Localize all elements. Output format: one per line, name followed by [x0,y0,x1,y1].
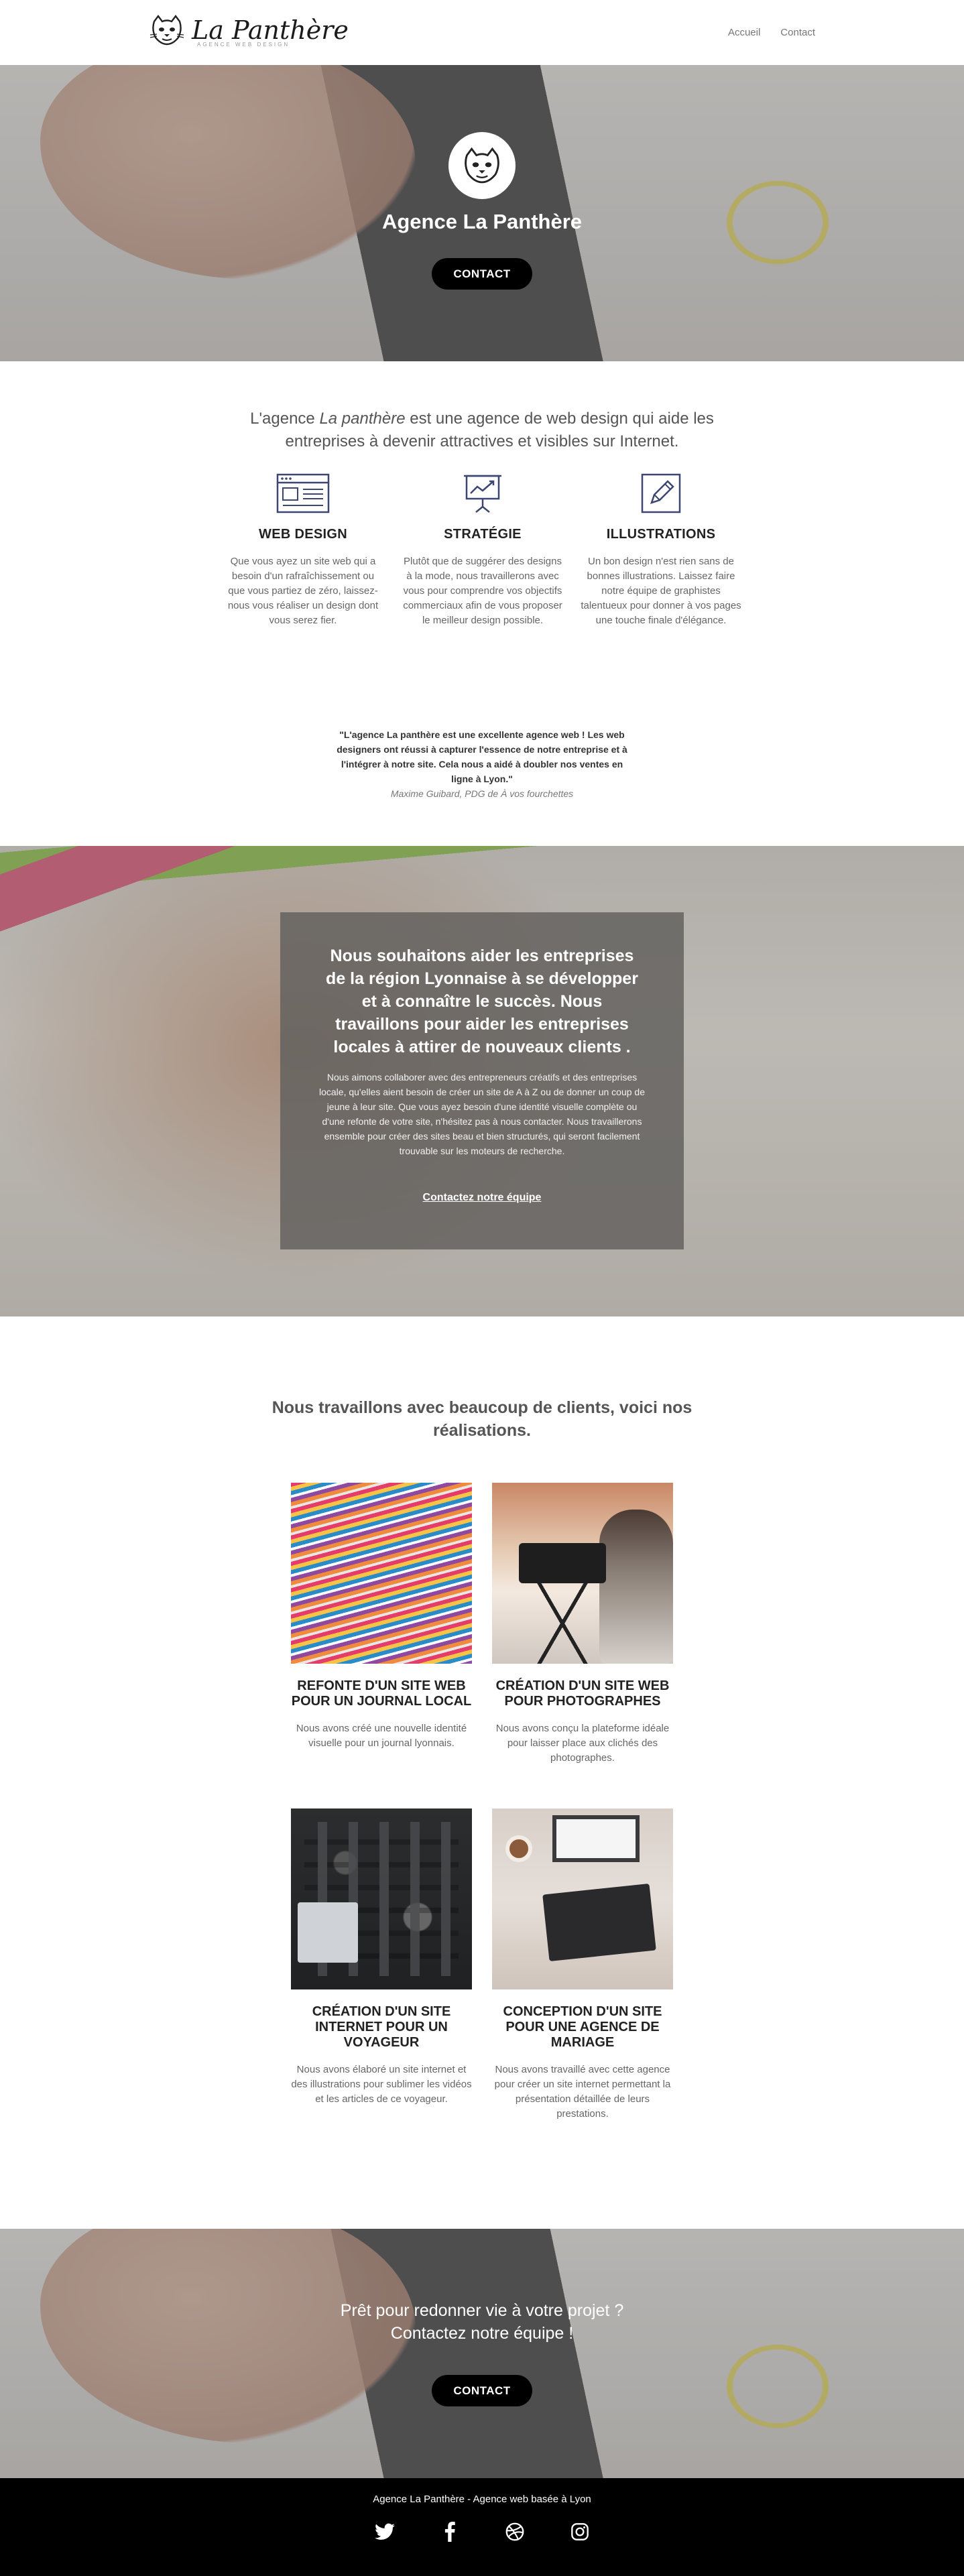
project-image-magazines [291,1483,472,1664]
intro-brand: La panthère [319,410,406,428]
footer-text: Agence La Panthère - Agence web basée à … [373,2494,591,2505]
site-footer: Agence La Panthère - Agence web basée à … [0,2478,964,2576]
project-image-travel-gear [291,1808,472,1989]
nav-link-accueil[interactable]: Accueil [728,27,760,38]
logo-text: La Panthère [192,15,349,45]
feature-web-design: WEB DESIGN Que vous ayez un site web qui… [223,473,383,628]
project-description: Nous avons créé une nouvelle identité vi… [296,1723,467,1749]
contact-team-link[interactable]: Contactez notre équipe [280,1192,684,1204]
site-header: La Panthère AGENCE WEB DESIGN Accueil Co… [0,0,964,65]
project-card[interactable]: REFONTE D'UN SITE WEB POUR UN JOURNAL LO… [291,1483,472,1751]
panther-logo-icon [465,147,499,184]
testimonial-quote: "L'agence La panthère est une excellente… [337,729,627,784]
hero-contact-button[interactable]: CONTACT [432,258,532,290]
project-title: CRÉATION D'UN SITE WEB POUR PHOTOGRAPHES [495,1678,670,1709]
feature-description: Que vous ayez un site web qui a besoin d… [227,556,379,626]
mission-section: Nous souhaitons aider les entreprises de… [0,846,964,1316]
mission-box: Nous souhaitons aider les entreprises de… [280,912,684,1249]
twitter-icon[interactable] [374,2522,395,2542]
hero-title: Agence La Panthère [381,210,583,233]
mission-text: Nous aimons collaborer avec des entrepre… [318,1072,645,1156]
feature-description: Plutôt que de suggérer des designs à la … [403,556,562,626]
feature-title: ILLUSTRATIONS [606,527,716,542]
work-title: Nous travaillons avec beaucoup de client… [272,1398,692,1440]
project-card[interactable]: CRÉATION D'UN SITE WEB POUR PHOTOGRAPHES… [492,1483,673,1766]
cta-section: Prêt pour redonner vie à votre projet ? … [0,2229,964,2478]
social-links [0,2522,964,2542]
cta-contact-button[interactable]: CONTACT [432,2375,532,2406]
logo-subtitle: AGENCE WEB DESIGN [197,42,290,48]
hero-logo-badge [448,132,516,199]
project-card[interactable]: CONCEPTION D'UN SITE POUR UNE AGENCE DE … [492,1808,673,2122]
mission-title: Nous souhaitons aider les entreprises de… [326,946,638,1056]
facebook-icon[interactable] [440,2522,460,2542]
testimonial: "L'agence La panthère est une excellente… [335,727,629,801]
intro-paragraph: L'agence La panthère est une agence de w… [250,410,714,450]
project-description: Nous avons travaillé avec cette agence p… [494,2064,671,2120]
feature-illustrations: ILLUSTRATIONS Un bon design n'est rien s… [581,473,741,628]
project-title: CONCEPTION D'UN SITE POUR UNE AGENCE DE … [503,2004,662,2050]
hero-section: Agence La Panthère CONTACT [0,65,964,361]
nav-link-contact[interactable]: Contact [780,27,815,38]
feature-description: Un bon design n'est rien sans de bonnes … [581,556,741,626]
project-title: CRÉATION D'UN SITE INTERNET POUR UN VOYA… [312,2004,451,2050]
feature-title: STRATÉGIE [444,527,522,542]
instagram-icon[interactable] [570,2522,590,2542]
project-image-photographer [492,1483,673,1664]
project-title: REFONTE D'UN SITE WEB POUR UN JOURNAL LO… [291,1678,472,1709]
project-card[interactable]: CRÉATION D'UN SITE INTERNET POUR UN VOYA… [291,1808,472,2107]
panther-logo-icon [149,15,184,46]
project-description: Nous avons élaboré un site internet et d… [291,2064,472,2105]
project-image-wedding-desk [492,1808,673,1989]
presentation-chart-icon [464,475,501,513]
pencil-icon [641,473,681,513]
browser-window-icon [276,473,330,513]
cta-text: Prêt pour redonner vie à votre projet ? … [340,2301,624,2343]
feature-title: WEB DESIGN [259,527,347,542]
project-description: Nous avons conçu la plateforme idéale po… [495,1723,670,1764]
site-logo[interactable]: La Panthère AGENCE WEB DESIGN [149,12,349,48]
testimonial-author: Maxime Guibard, PDG de À vos fourchettes [390,788,574,799]
main-nav: Accueil Contact [728,27,815,38]
feature-strategie: STRATÉGIE Plutôt que de suggérer des des… [402,473,563,628]
dribbble-icon[interactable] [505,2522,525,2542]
